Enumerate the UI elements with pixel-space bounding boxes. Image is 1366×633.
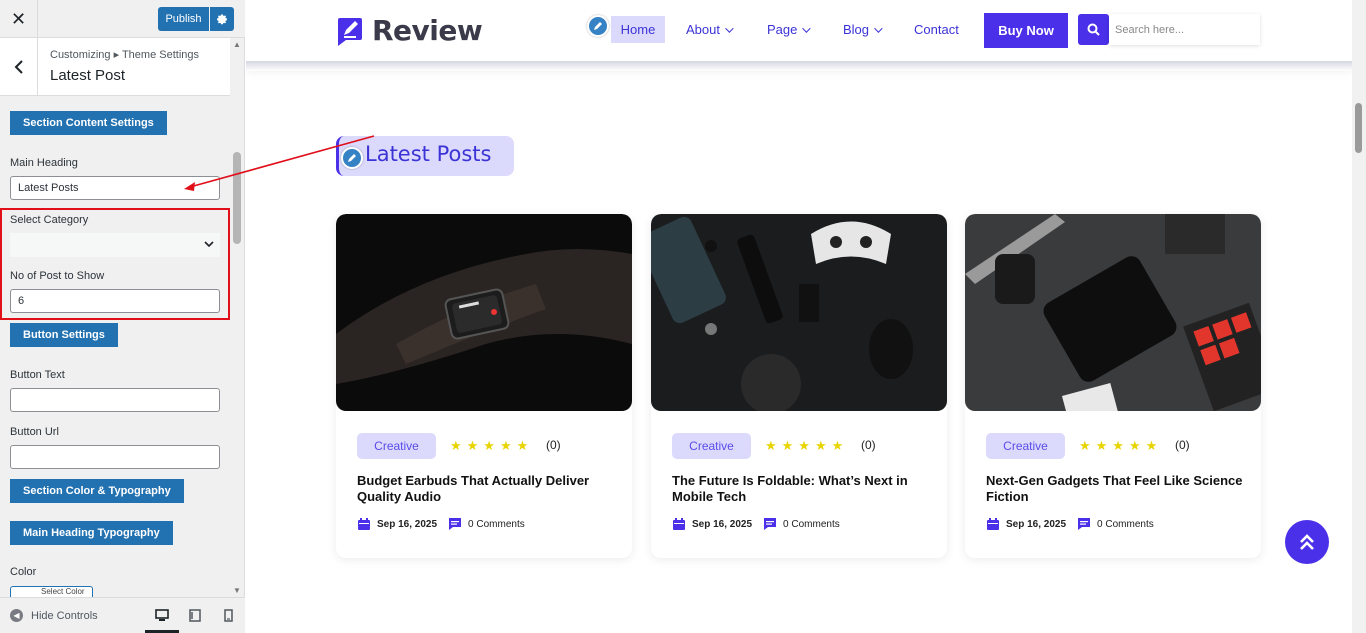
post-meta: Sep 16, 2025 0 Comments xyxy=(357,517,525,531)
nav-about-label: About xyxy=(686,22,720,37)
chevron-down-icon xyxy=(874,23,883,33)
section-color-typography-button[interactable]: Section Color & Typography xyxy=(10,479,184,503)
sidebar-scrollbar[interactable]: ▲ ▼ xyxy=(231,38,244,597)
post-date: Sep 16, 2025 xyxy=(1006,518,1067,530)
nav-page[interactable]: Page xyxy=(767,16,812,43)
customizer-topbar: ✕ Publish xyxy=(0,0,245,38)
rating-count: (0) xyxy=(546,438,561,452)
no-of-posts-label: No of Post to Show xyxy=(10,270,105,282)
tablet-preview-icon[interactable] xyxy=(188,608,202,622)
scroll-down-icon[interactable]: ▼ xyxy=(233,586,241,595)
post-date: Sep 16, 2025 xyxy=(377,518,438,530)
hide-controls-button[interactable]: ◀ Hide Controls xyxy=(10,609,98,622)
category-badge[interactable]: Creative xyxy=(357,433,436,459)
post-meta: Sep 16, 2025 0 Comments xyxy=(986,517,1154,531)
no-of-posts-input[interactable]: 6 xyxy=(10,289,220,313)
rating-count: (0) xyxy=(1175,438,1190,452)
rating-count: (0) xyxy=(861,438,876,452)
calendar-icon xyxy=(358,518,370,530)
publish-button[interactable]: Publish xyxy=(158,7,209,31)
scrollbar-thumb[interactable] xyxy=(233,152,241,244)
section-title: Latest Post xyxy=(50,67,126,84)
post-card[interactable]: Creative ★★★★★ (0) Budget Earbuds That A… xyxy=(336,214,632,558)
post-title[interactable]: Next-Gen Gadgets That Feel Like Science … xyxy=(986,473,1246,505)
main-heading-label: Main Heading xyxy=(10,157,78,169)
chevron-down-icon xyxy=(204,237,214,251)
section-header: Customizing ▸ Theme Settings Latest Post xyxy=(0,38,230,96)
comment-icon xyxy=(449,518,462,530)
scroll-up-icon[interactable]: ▲ xyxy=(233,40,241,49)
button-url-label: Button Url xyxy=(10,426,59,438)
post-image-smartwatch[interactable] xyxy=(336,214,632,411)
comment-icon xyxy=(1078,518,1091,530)
main-heading-typography-button[interactable]: Main Heading Typography xyxy=(10,521,173,545)
section-heading: Latest Posts xyxy=(365,142,492,166)
section-content-settings-button[interactable]: Section Content Settings xyxy=(10,111,167,135)
logo-text: Review xyxy=(372,14,483,47)
buy-now-button[interactable]: Buy Now xyxy=(984,13,1068,48)
post-date: Sep 16, 2025 xyxy=(692,518,753,530)
desktop-preview-icon[interactable] xyxy=(155,608,169,622)
star-rating-icon: ★★★★★ xyxy=(450,438,534,453)
star-rating-icon: ★★★★★ xyxy=(765,438,849,453)
site-header: Review Home About Page Blog Contact Buy … xyxy=(246,0,1352,61)
preview-scrollbar-thumb[interactable] xyxy=(1355,103,1362,153)
chevron-down-icon xyxy=(725,23,734,33)
edit-shortcut-pencil-icon[interactable] xyxy=(587,15,609,37)
collapse-arrow-icon: ◀ xyxy=(10,609,23,622)
post-title[interactable]: The Future Is Foldable: What’s Next in M… xyxy=(672,473,932,505)
breadcrumb: Customizing ▸ Theme Settings xyxy=(50,49,199,61)
star-rating-icon: ★★★★★ xyxy=(1079,438,1163,453)
back-arrow-icon[interactable] xyxy=(0,38,38,96)
button-url-input[interactable] xyxy=(10,445,220,469)
post-comments[interactable]: 0 Comments xyxy=(783,519,840,530)
category-badge[interactable]: Creative xyxy=(986,433,1065,459)
post-image-gadgets[interactable] xyxy=(651,214,947,411)
post-comments[interactable]: 0 Comments xyxy=(1097,519,1154,530)
nav-page-label: Page xyxy=(767,22,798,37)
header-shadow xyxy=(246,61,1352,71)
scroll-to-top-button[interactable] xyxy=(1285,520,1329,564)
post-title[interactable]: Budget Earbuds That Actually Deliver Qua… xyxy=(357,473,617,505)
edit-shortcut-pencil-icon[interactable] xyxy=(341,147,363,169)
mobile-preview-icon[interactable] xyxy=(221,608,235,622)
color-label: Color xyxy=(10,566,37,578)
category-badge[interactable]: Creative xyxy=(672,433,751,459)
button-text-label: Button Text xyxy=(10,369,65,381)
button-settings-button[interactable]: Button Settings xyxy=(10,323,118,347)
chevron-down-icon xyxy=(802,23,812,33)
search-icon[interactable] xyxy=(1078,14,1109,45)
site-preview: Review Home About Page Blog Contact Buy … xyxy=(246,0,1352,633)
category-select[interactable] xyxy=(10,233,220,257)
calendar-icon xyxy=(987,518,999,530)
search-input[interactable]: Search here... xyxy=(1109,14,1260,45)
calendar-icon xyxy=(673,518,685,530)
double-chevron-up-icon xyxy=(1300,534,1314,550)
close-customizer-icon[interactable]: ✕ xyxy=(0,0,38,38)
site-logo[interactable]: Review xyxy=(336,14,483,47)
button-text-input[interactable] xyxy=(10,388,220,412)
nav-contact[interactable]: Contact xyxy=(914,16,959,43)
customizer-sidebar: ✕ Publish Customizing ▸ Theme Settings L… xyxy=(0,0,245,633)
preview-scrollbar[interactable] xyxy=(1352,0,1366,633)
nav-blog-label: Blog xyxy=(843,22,870,37)
publish-settings-gear-icon[interactable] xyxy=(210,7,234,31)
post-comments[interactable]: 0 Comments xyxy=(468,519,525,530)
nav-about[interactable]: About xyxy=(686,16,734,43)
post-meta: Sep 16, 2025 0 Comments xyxy=(672,517,840,531)
post-image-devices[interactable] xyxy=(965,214,1261,411)
main-heading-input[interactable]: Latest Posts xyxy=(10,176,220,200)
post-card[interactable]: Creative ★★★★★ (0) The Future Is Foldabl… xyxy=(651,214,947,558)
nav-home[interactable]: Home xyxy=(611,16,665,43)
customizer-footer: ◀ Hide Controls xyxy=(0,597,245,633)
post-card[interactable]: Creative ★★★★★ (0) Next-Gen Gadgets That… xyxy=(965,214,1261,558)
nav-blog[interactable]: Blog xyxy=(843,16,883,43)
select-category-label: Select Category xyxy=(10,214,89,226)
hide-controls-label: Hide Controls xyxy=(31,609,98,622)
comment-icon xyxy=(764,518,777,530)
logo-icon xyxy=(338,17,362,46)
